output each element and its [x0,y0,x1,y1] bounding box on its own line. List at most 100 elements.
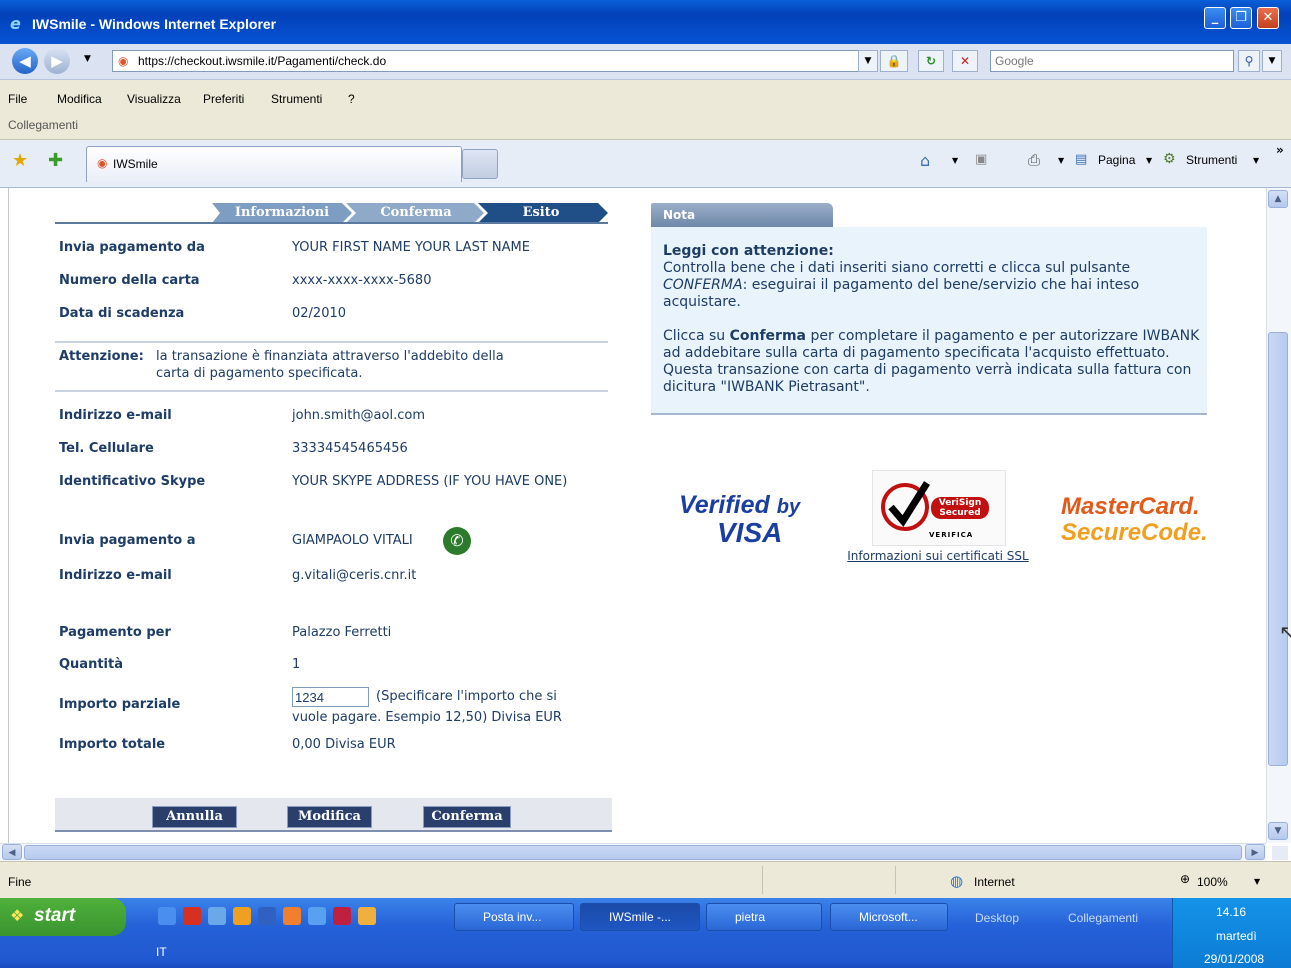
verified-by-visa-logo: Verified by VISA [679,492,809,547]
verisign-text-1: VeriSign [938,498,982,508]
history-dropdown-icon[interactable]: ▼ [84,54,91,64]
search-icon[interactable]: ⚲ [1238,50,1260,72]
menu-view[interactable]: Visualizza [127,92,181,106]
card-number-value: xxxx-xxxx-xxxx-5680 [292,273,432,288]
divider [55,341,608,343]
windows-logo-icon: ❖ [10,906,25,925]
visa-by: by [776,496,801,518]
mail-icon[interactable] [358,907,376,925]
status-divider [895,866,896,894]
firefox-icon[interactable] [283,907,301,925]
menu-help[interactable]: ? [348,92,355,106]
menu-tools[interactable]: Strumenti [271,92,322,106]
nota-paragraph-2: Clicca su Conferma per completare il pag… [663,328,1203,396]
total-amount-label: Importo totale [59,737,166,752]
scroll-down-button[interactable]: ▼ [1268,822,1288,840]
menu-edit[interactable]: Modifica [57,92,102,106]
close-button[interactable]: ✕ [1257,7,1279,29]
verisign-seal[interactable]: VeriSign Secured VERIFICA [872,470,1006,546]
links-toolbar[interactable]: Collegamenti [1068,911,1138,925]
links-bar-label[interactable]: Collegamenti [8,118,78,132]
quantity-value: 1 [292,657,301,672]
page-menu[interactable]: Pagina [1098,153,1135,167]
edit-button[interactable]: Modifica [287,806,372,828]
back-button[interactable]: ◀ [12,48,38,74]
tools-dropdown-icon[interactable]: ▼ [1253,156,1259,165]
divider [55,390,608,392]
stop-icon[interactable]: ✕ [952,50,978,72]
confirm-button[interactable]: Conferma [423,806,511,828]
taskbar-item-iwsmile[interactable]: IWSmile -... [580,903,700,931]
nota-text: Leggi con attenzione: Controlla bene che… [663,243,1203,396]
partial-amount-hint: (Specificare l'importo che si [376,689,557,704]
expiry-label: Data di scadenza [59,306,185,321]
address-bar[interactable]: ◉ https://checkout.iwsmile.it/Pagamenti/… [112,50,876,72]
tools-menu[interactable]: Strumenti [1186,153,1237,167]
feeds-icon[interactable]: ▣ [975,152,987,167]
security-zone[interactable]: Internet [974,875,1015,889]
media-icon[interactable] [233,907,251,925]
search-input[interactable]: Google [990,50,1234,72]
scroll-left-button[interactable]: ◀ [2,844,22,860]
payer-value: YOUR FIRST NAME YOUR LAST NAME [292,240,530,255]
taskbar-item-pietra[interactable]: pietra [706,903,822,931]
print-icon[interactable]: ⎙ [1028,151,1040,169]
forward-button[interactable]: ▶ [44,48,70,74]
status-text: Fine [8,875,32,889]
nota-paragraph-1: Controlla bene che i dati inseriti siano… [663,260,1203,311]
desktop-icon[interactable] [208,907,226,925]
partial-amount-input[interactable] [292,687,369,707]
content-border [8,188,9,843]
menu-bar [0,80,1291,140]
tab-favicon-icon: ◉ [97,156,108,170]
ie-logo-icon: e [10,14,21,33]
search-options-icon[interactable]: ▼ [1262,50,1282,72]
app-icon[interactable] [258,907,276,925]
payment-for-label: Pagamento per [59,625,171,640]
minimize-button[interactable]: _ [1204,7,1226,29]
ssl-info-link[interactable]: Informazioni sui certificati SSL [846,549,1030,564]
taskbar-item-label: IWSmile -... [609,910,671,924]
favorites-star-icon[interactable]: ★ [12,150,28,171]
flag-icon[interactable] [333,907,351,925]
horizontal-scroll-thumb[interactable] [24,845,1242,860]
scroll-right-button[interactable]: ▶ [1245,844,1265,860]
clock-day: martedì [1216,929,1257,943]
restore-button[interactable]: ❐ [1230,7,1252,29]
ie-quicklaunch-icon[interactable] [158,907,176,925]
acrobat-icon[interactable] [183,907,201,925]
status-bar [0,861,1291,898]
home-dropdown-icon[interactable]: ▼ [952,156,958,165]
menu-file[interactable]: File [8,92,27,106]
print-dropdown-icon[interactable]: ▼ [1058,156,1064,165]
clock-time[interactable]: 14.16 [1216,905,1246,919]
payment-for-value: Palazzo Ferretti [292,625,392,640]
page-dropdown-icon[interactable]: ▼ [1146,156,1152,165]
email-value: john.smith@aol.com [292,408,425,423]
nota-heading: Leggi con attenzione: [663,243,834,259]
vertical-scroll-thumb[interactable] [1268,332,1288,766]
phone-icon[interactable]: ✆ [443,527,471,555]
language-indicator[interactable]: IT [156,945,167,959]
ie-icon[interactable] [308,907,326,925]
zoom-level[interactable]: 100% [1197,875,1228,889]
taskbar-item-microsoft[interactable]: Microsoft... [830,903,948,931]
taskbar-item-mail[interactable]: Posta inv... [454,903,574,931]
expiry-value: 02/2010 [292,306,347,321]
scroll-corner [1272,846,1288,860]
tab-iwsmile[interactable]: ◉ IWSmile [86,146,462,182]
nota-p2-bold: Conferma [729,328,806,344]
new-tab-button[interactable] [462,149,498,179]
home-icon[interactable]: ⌂ [920,151,930,170]
address-dropdown-icon[interactable]: ▼ [858,50,878,72]
mastercard-text: MasterCard. [1061,493,1200,520]
desktop-toolbar[interactable]: Desktop [975,911,1019,925]
scroll-up-button[interactable]: ▲ [1268,190,1288,208]
refresh-icon[interactable]: ↻ [918,50,944,72]
cancel-button[interactable]: Annulla [152,806,237,828]
lock-icon[interactable]: 🔒 [880,50,908,72]
chevron-right-icon[interactable]: » [1276,143,1284,157]
menu-favorites[interactable]: Preferiti [203,92,244,106]
zoom-dropdown-icon[interactable]: ▼ [1254,877,1260,886]
add-favorite-icon[interactable]: ✚ [48,150,63,171]
